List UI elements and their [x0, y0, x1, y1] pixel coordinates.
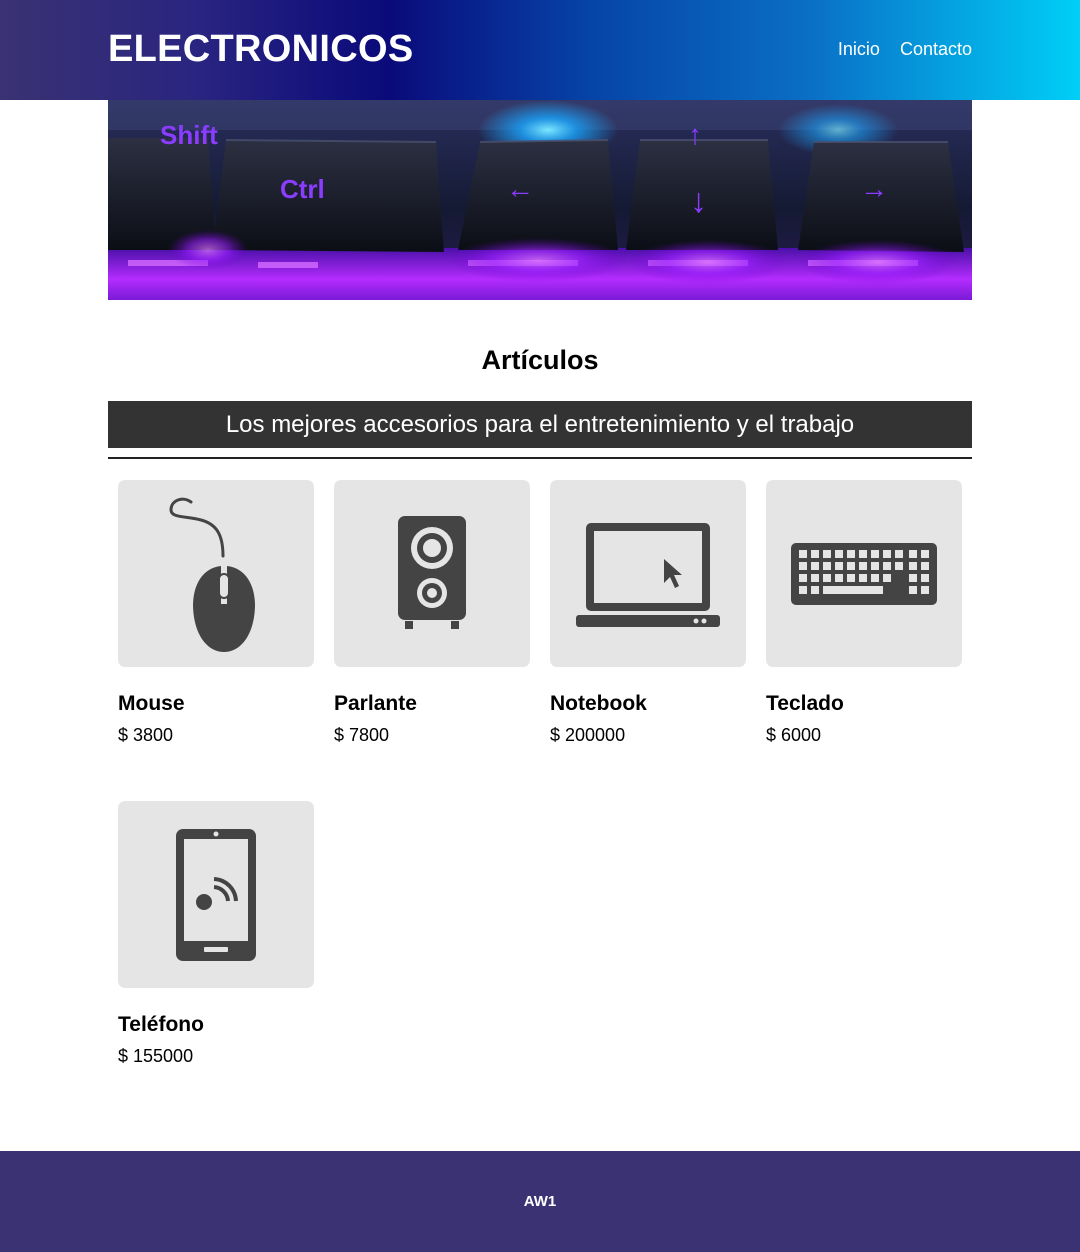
- main-nav: Inicio Contacto: [838, 39, 972, 60]
- product-price: $ 200000: [550, 725, 626, 745]
- nav-link-contacto[interactable]: Contacto: [900, 39, 972, 60]
- keyboard-icon: [791, 542, 937, 605]
- product-name[interactable]: Parlante: [334, 692, 530, 716]
- product-price: $ 155000: [118, 1046, 194, 1066]
- product-card: Teclado $ 6000: [766, 480, 962, 746]
- footer-text: AW1: [523, 1193, 557, 1210]
- keycap-shift: Shift: [160, 120, 218, 150]
- product-image[interactable]: [766, 480, 962, 667]
- product-price: $ 7800: [334, 725, 390, 745]
- site-header: ELECTRONICOS Inicio Contacto: [0, 0, 1080, 100]
- product-name[interactable]: Mouse: [118, 692, 314, 716]
- product-card: Parlante $ 7800: [334, 480, 530, 746]
- speaker-icon: [398, 515, 466, 629]
- product-image[interactable]: [334, 480, 530, 667]
- keycap-up-arrow: ↑: [688, 119, 702, 150]
- product-price: $ 3800: [118, 725, 174, 745]
- smartphone-icon: [176, 828, 256, 961]
- product-name[interactable]: Teclado: [766, 692, 962, 716]
- hero-banner-image: Shift Ctrl ← ↓ ↑ →: [108, 100, 972, 300]
- product-name[interactable]: Teléfono: [118, 1013, 314, 1037]
- keycap-right-arrow: →: [860, 173, 888, 204]
- section-title: Artículos: [481, 345, 599, 375]
- keycap-down-arrow: ↓: [690, 182, 707, 220]
- site-brand[interactable]: ELECTRONICOS: [108, 28, 414, 71]
- product-name[interactable]: Notebook: [550, 692, 746, 716]
- mouse-icon: [169, 497, 255, 652]
- keycap-ctrl: Ctrl: [280, 174, 325, 204]
- product-card: Notebook $ 200000: [550, 480, 746, 746]
- laptop-icon: [576, 522, 720, 627]
- product-image[interactable]: [550, 480, 746, 667]
- product-image[interactable]: [118, 801, 314, 988]
- product-card: Mouse $ 3800: [118, 480, 314, 746]
- product-card: Teléfono $ 155000: [118, 801, 314, 1067]
- product-image[interactable]: [118, 480, 314, 667]
- keycap-left-arrow: ←: [506, 173, 534, 204]
- product-price: $ 6000: [766, 725, 822, 745]
- section-tagline: Los mejores accesorios para el entreteni…: [108, 401, 972, 448]
- nav-link-inicio[interactable]: Inicio: [838, 39, 880, 60]
- site-footer: AW1: [0, 1151, 1080, 1252]
- section-divider: [108, 457, 972, 459]
